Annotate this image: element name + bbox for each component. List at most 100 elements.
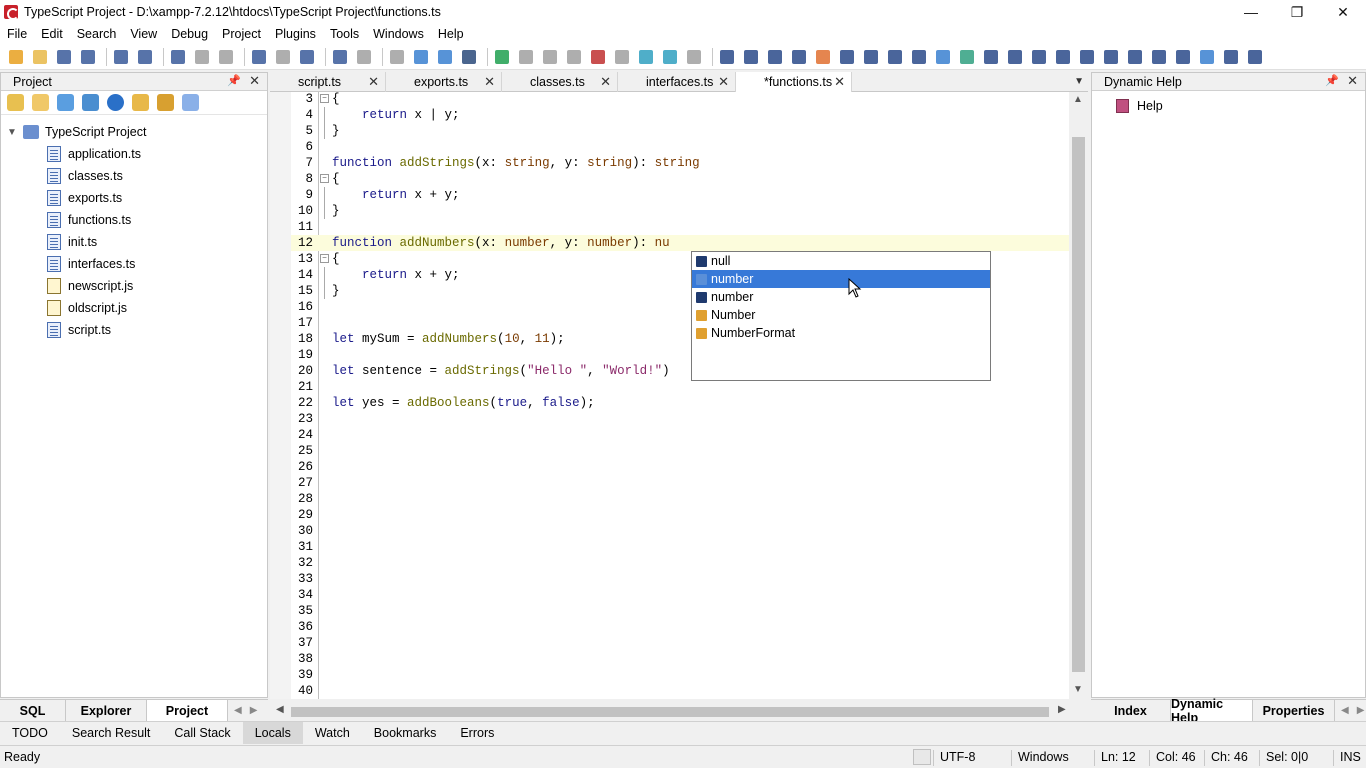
tree-file-item[interactable]: functions.ts — [1, 209, 267, 231]
code-line[interactable]: 32 — [291, 555, 1069, 571]
autocomplete-item[interactable]: Number — [692, 306, 990, 324]
menu-edit[interactable]: Edit — [34, 27, 70, 41]
stop-button[interactable] — [564, 47, 584, 67]
left-tab-explorer[interactable]: Explorer — [66, 700, 147, 721]
list-button[interactable] — [1149, 47, 1169, 67]
close-tab-icon[interactable]: ✕ — [368, 74, 379, 90]
scroll-up-icon[interactable]: ▲ — [1073, 94, 1083, 105]
bottom-tab-bookmarks[interactable]: Bookmarks — [362, 722, 449, 744]
code-line[interactable]: 28 — [291, 491, 1069, 507]
code-line[interactable]: 11 — [291, 219, 1069, 235]
right-tab-dynamic-help[interactable]: Dynamic Help — [1171, 697, 1253, 725]
autocomplete-item[interactable]: null — [692, 252, 990, 270]
help-button[interactable] — [459, 47, 479, 67]
flash-button[interactable] — [957, 47, 977, 67]
new-folder-icon[interactable] — [32, 94, 49, 111]
code-line[interactable]: 34 — [291, 587, 1069, 603]
close-window-button[interactable]: ✕ — [1320, 0, 1366, 24]
status-eol[interactable]: Windows — [1011, 750, 1069, 766]
code-line[interactable]: 22 let yes = addBooleans(true, false); — [291, 395, 1069, 411]
add-folder-icon[interactable] — [132, 94, 149, 111]
toggle-bookmark-button[interactable] — [387, 47, 407, 67]
up-arrow-icon[interactable] — [107, 94, 124, 111]
copy-button[interactable] — [192, 47, 212, 67]
close-tab-icon[interactable]: ✕ — [484, 74, 495, 90]
close-panel-icon[interactable]: ✕ — [1347, 73, 1358, 89]
bottom-tab-todo[interactable]: TODO — [0, 722, 60, 744]
paragraph-button[interactable] — [885, 47, 905, 67]
run-button[interactable] — [492, 47, 512, 67]
pin-icon[interactable]: 📌 — [1325, 74, 1339, 87]
editor-tab[interactable]: classes.ts ✕ — [502, 72, 618, 92]
right-tab-index[interactable]: Index — [1091, 700, 1171, 721]
menu-view[interactable]: View — [123, 27, 164, 41]
close-tab-icon[interactable]: ✕ — [834, 74, 845, 90]
code-line[interactable]: 25 — [291, 443, 1069, 459]
horizontal-scroll-thumb[interactable] — [291, 707, 1049, 717]
bottom-tab-errors[interactable]: Errors — [448, 722, 506, 744]
bottom-tab-search-result[interactable]: Search Result — [60, 722, 163, 744]
font-button[interactable] — [789, 47, 809, 67]
editor-tab[interactable]: script.ts ✕ — [270, 72, 386, 92]
code-editor[interactable]: 3−{4 return x | y; 5} 6 7 function addString… — [291, 92, 1069, 699]
code-line[interactable]: 10} — [291, 203, 1069, 219]
folder-icon[interactable] — [157, 94, 174, 111]
pause-button[interactable] — [684, 47, 704, 67]
redo-button[interactable] — [135, 47, 155, 67]
code-line[interactable]: 36 — [291, 619, 1069, 635]
tree-file-item[interactable]: newscript.js — [1, 275, 267, 297]
refresh-icon[interactable] — [57, 94, 74, 111]
j-button[interactable] — [1221, 47, 1241, 67]
split-button[interactable] — [435, 47, 455, 67]
line-break-button[interactable] — [861, 47, 881, 67]
close-tab-icon[interactable]: ✕ — [600, 74, 611, 90]
tab-scroll-left-icon[interactable]: ◀ — [234, 705, 242, 716]
menu-tools[interactable]: Tools — [323, 27, 366, 41]
play-next-button[interactable] — [660, 47, 680, 67]
tab-scroll-right-icon[interactable]: ▶ — [1357, 705, 1365, 716]
more-button[interactable] — [1245, 47, 1265, 67]
code-line[interactable]: 21 — [291, 379, 1069, 395]
code-line[interactable]: 9 return x + y; — [291, 187, 1069, 203]
minimize-button[interactable]: — — [1228, 0, 1274, 24]
help-item[interactable]: Help — [1092, 95, 1365, 117]
fullscreen-button[interactable] — [411, 47, 431, 67]
autocomplete-popup[interactable]: null number number Number NumberFormat — [691, 251, 991, 381]
code-line[interactable]: 23 — [291, 411, 1069, 427]
status-encoding[interactable]: UTF-8 — [933, 750, 975, 766]
center-button[interactable] — [1053, 47, 1073, 67]
menu-project[interactable]: Project — [215, 27, 268, 41]
pin-icon[interactable]: 📌 — [227, 74, 241, 87]
close-panel-icon[interactable]: ✕ — [249, 73, 260, 89]
bottom-tab-locals[interactable]: Locals — [242, 721, 303, 744]
left-tab-sql[interactable]: SQL — [0, 700, 66, 721]
tab-scroll-right-icon[interactable]: ▶ — [250, 705, 258, 716]
code-line[interactable]: 4 return x | y; — [291, 107, 1069, 123]
find-next-button[interactable] — [273, 47, 293, 67]
step-over-button[interactable] — [540, 47, 560, 67]
code-line[interactable]: 27 — [291, 475, 1069, 491]
code-line[interactable]: 40 — [291, 683, 1069, 699]
settings-icon[interactable] — [82, 94, 99, 111]
tree-file-item[interactable]: init.ts — [1, 231, 267, 253]
code-line[interactable]: 6 — [291, 139, 1069, 155]
step-into-button[interactable] — [516, 47, 536, 67]
table-button[interactable] — [1173, 47, 1193, 67]
image-button[interactable] — [933, 47, 953, 67]
columns-button[interactable] — [1125, 47, 1145, 67]
align-button[interactable] — [1101, 47, 1121, 67]
code-line[interactable]: 37 — [291, 635, 1069, 651]
scroll-right-icon[interactable]: ▶ — [1058, 704, 1066, 715]
tree-file-item[interactable]: classes.ts — [1, 165, 267, 187]
menu-debug[interactable]: Debug — [164, 27, 215, 41]
nbsp-button[interactable] — [837, 47, 857, 67]
replace-button[interactable] — [297, 47, 317, 67]
autocomplete-item[interactable]: NumberFormat — [692, 324, 990, 342]
bottom-tab-watch[interactable]: Watch — [303, 722, 362, 744]
find-button[interactable] — [249, 47, 269, 67]
fold-toggle-icon[interactable]: − — [320, 174, 329, 183]
code-line[interactable]: 12 function addNumbers(x: number, y: numb… — [291, 235, 1069, 251]
new-file-icon[interactable] — [7, 94, 24, 111]
menu-file[interactable]: File — [0, 27, 34, 41]
autocomplete-item[interactable]: number — [692, 288, 990, 306]
